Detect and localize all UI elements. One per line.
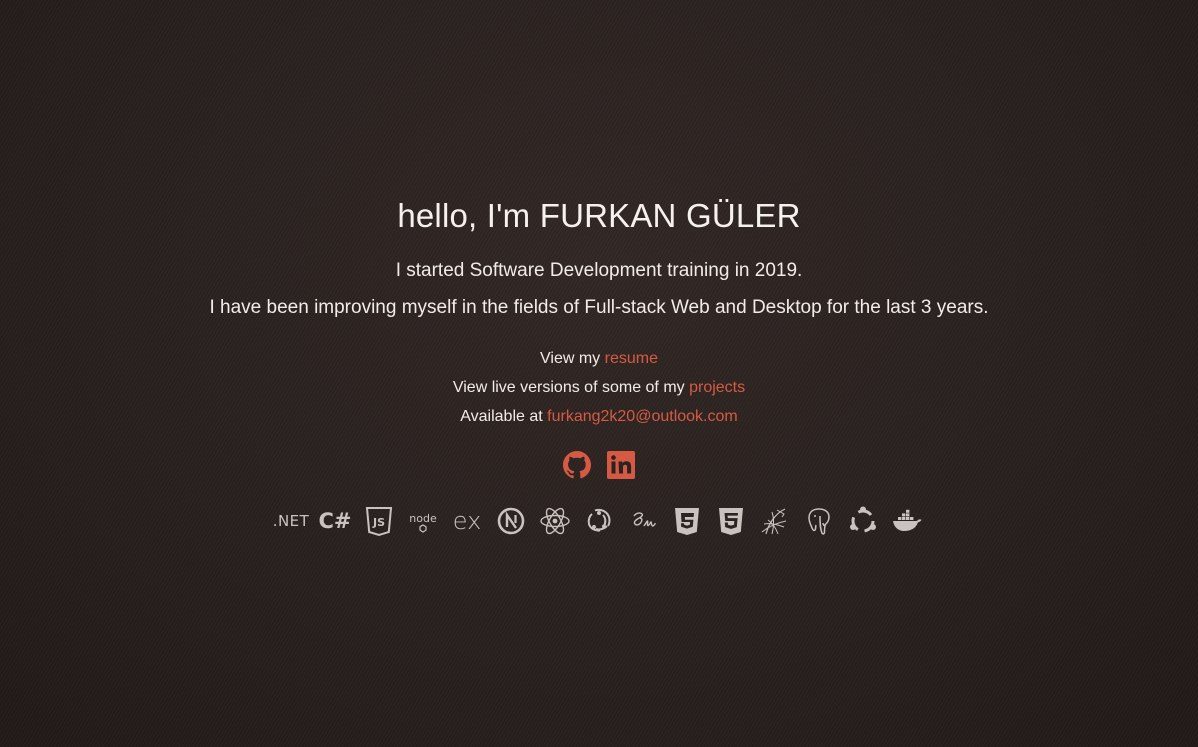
linkedin-icon[interactable] xyxy=(605,449,637,481)
intro-line-2: I have been improving myself in the fiel… xyxy=(209,297,989,318)
react-icon xyxy=(537,503,573,539)
javascript-icon: JS xyxy=(361,503,397,539)
projects-link[interactable]: projects xyxy=(689,379,745,396)
github-icon[interactable] xyxy=(561,449,593,481)
projects-prefix: View live versions of some of my xyxy=(452,379,690,396)
css3-icon xyxy=(669,503,705,539)
email-prefix: Available at xyxy=(460,408,548,425)
html5-icon xyxy=(713,503,749,539)
express-icon: ex xyxy=(449,503,485,539)
mssql-icon xyxy=(757,503,793,539)
page: hello, I'm FURKAN GÜLER I started Softwa… xyxy=(0,0,1198,747)
express-label: ex xyxy=(452,507,482,535)
email-line: Available at furkang2k20@outlook.com xyxy=(0,402,1198,431)
social-links xyxy=(0,449,1198,485)
hero-section: hello, I'm FURKAN GÜLER I started Softwa… xyxy=(0,194,1198,541)
redux-icon xyxy=(581,503,617,539)
nodejs-icon: node xyxy=(405,503,441,539)
dotnet-label: .NET xyxy=(272,512,310,530)
resume-prefix: View my xyxy=(540,350,605,367)
nextjs-icon xyxy=(493,503,529,539)
csharp-label: C# xyxy=(318,509,352,533)
sass-icon xyxy=(625,503,661,539)
intro-line-1: I started Software Development training … xyxy=(395,260,803,281)
projects-line: View live versions of some of my project… xyxy=(0,373,1198,402)
javascript-label: JS xyxy=(372,516,385,529)
email-link[interactable]: furkang2k20@outlook.com xyxy=(547,408,738,425)
page-title: hello, I'm FURKAN GÜLER xyxy=(397,197,801,234)
dotnet-icon: .NET xyxy=(273,503,309,539)
intro-text: I started Software Development training … xyxy=(0,252,1198,326)
resume-link[interactable]: resume xyxy=(605,350,658,367)
resume-line: View my resume xyxy=(0,344,1198,373)
nodejs-label: node xyxy=(409,512,437,525)
csharp-icon: C# xyxy=(317,503,353,539)
postgresql-icon xyxy=(801,503,837,539)
docker-icon xyxy=(889,503,925,539)
contact-links: View my resume View live versions of som… xyxy=(0,344,1198,431)
ubuntu-icon xyxy=(845,503,881,539)
tech-stack: .NET C# JS node ex xyxy=(0,501,1198,541)
